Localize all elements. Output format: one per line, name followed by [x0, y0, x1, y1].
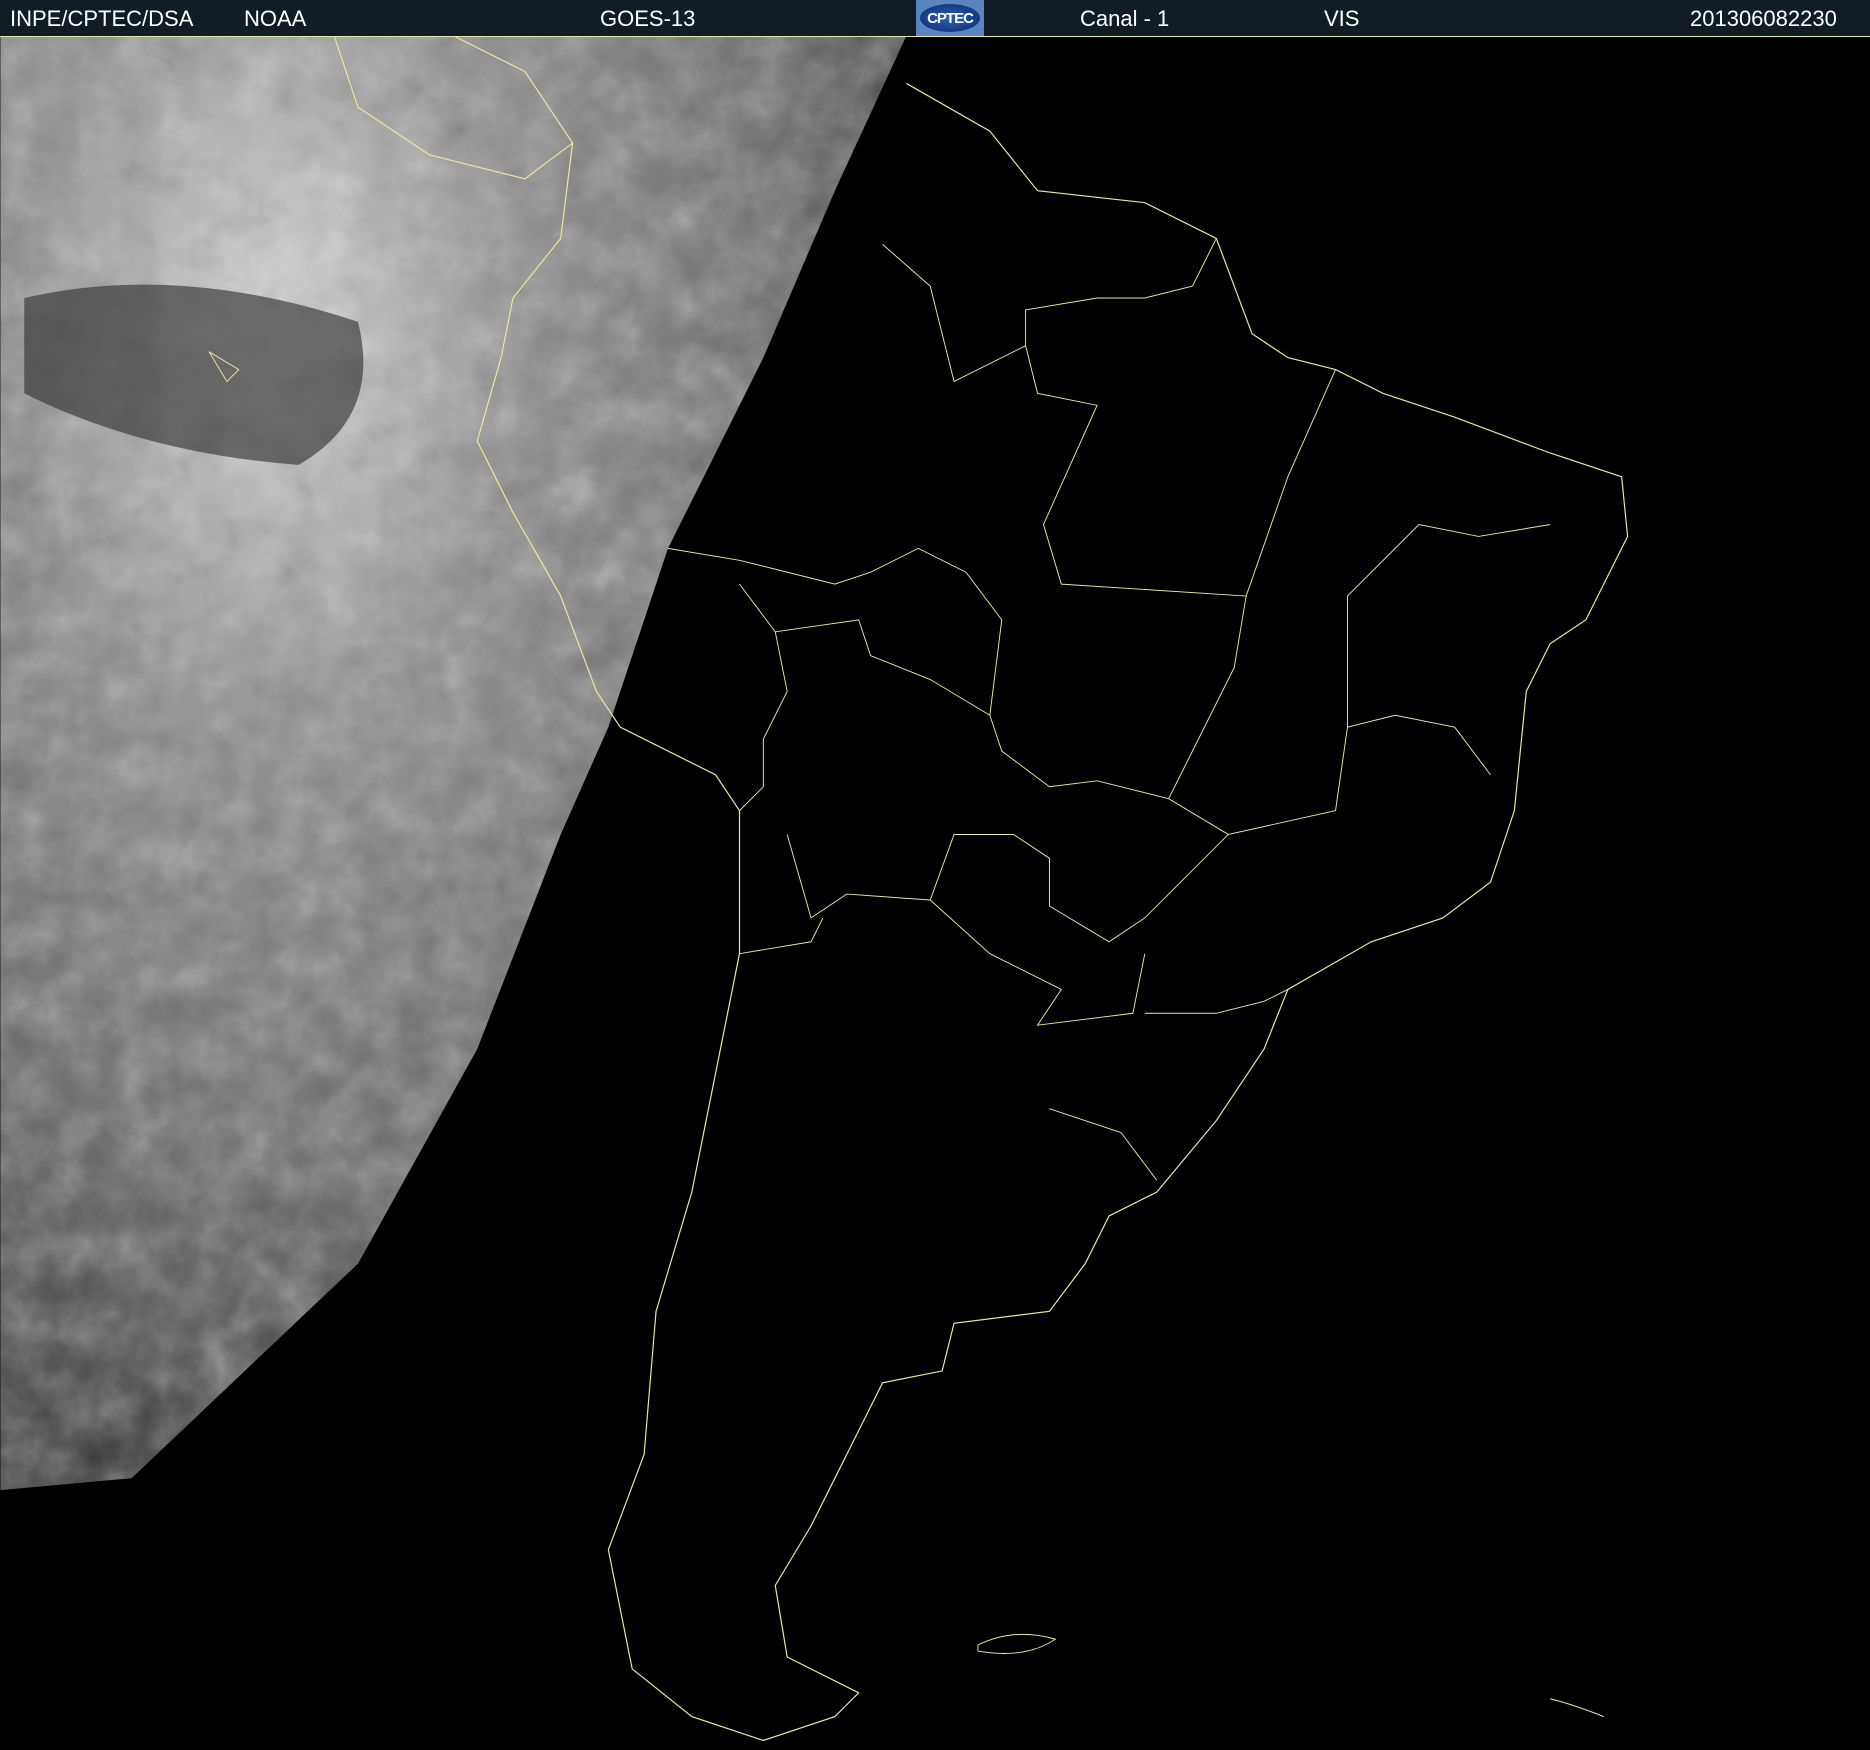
band-label: VIS: [1324, 6, 1360, 31]
image-header-bar: INPE/CPTEC/DSA NOAA GOES-13 CPTEC Canal …: [0, 0, 1870, 37]
satellite-image: [0, 35, 1629, 1742]
channel-label: Canal - 1: [1080, 6, 1170, 31]
country-borders: [667, 238, 1551, 1181]
institution-label: INPE/CPTEC/DSA: [10, 6, 194, 31]
timestamp-label: 201306082230: [1690, 6, 1837, 31]
cloud-texture: [0, 35, 907, 1491]
satellite-label: GOES-13: [600, 6, 696, 31]
agency-label: NOAA: [244, 6, 307, 31]
logo-oval: CPTEC: [920, 4, 980, 32]
cptec-logo: CPTEC: [916, 0, 984, 36]
